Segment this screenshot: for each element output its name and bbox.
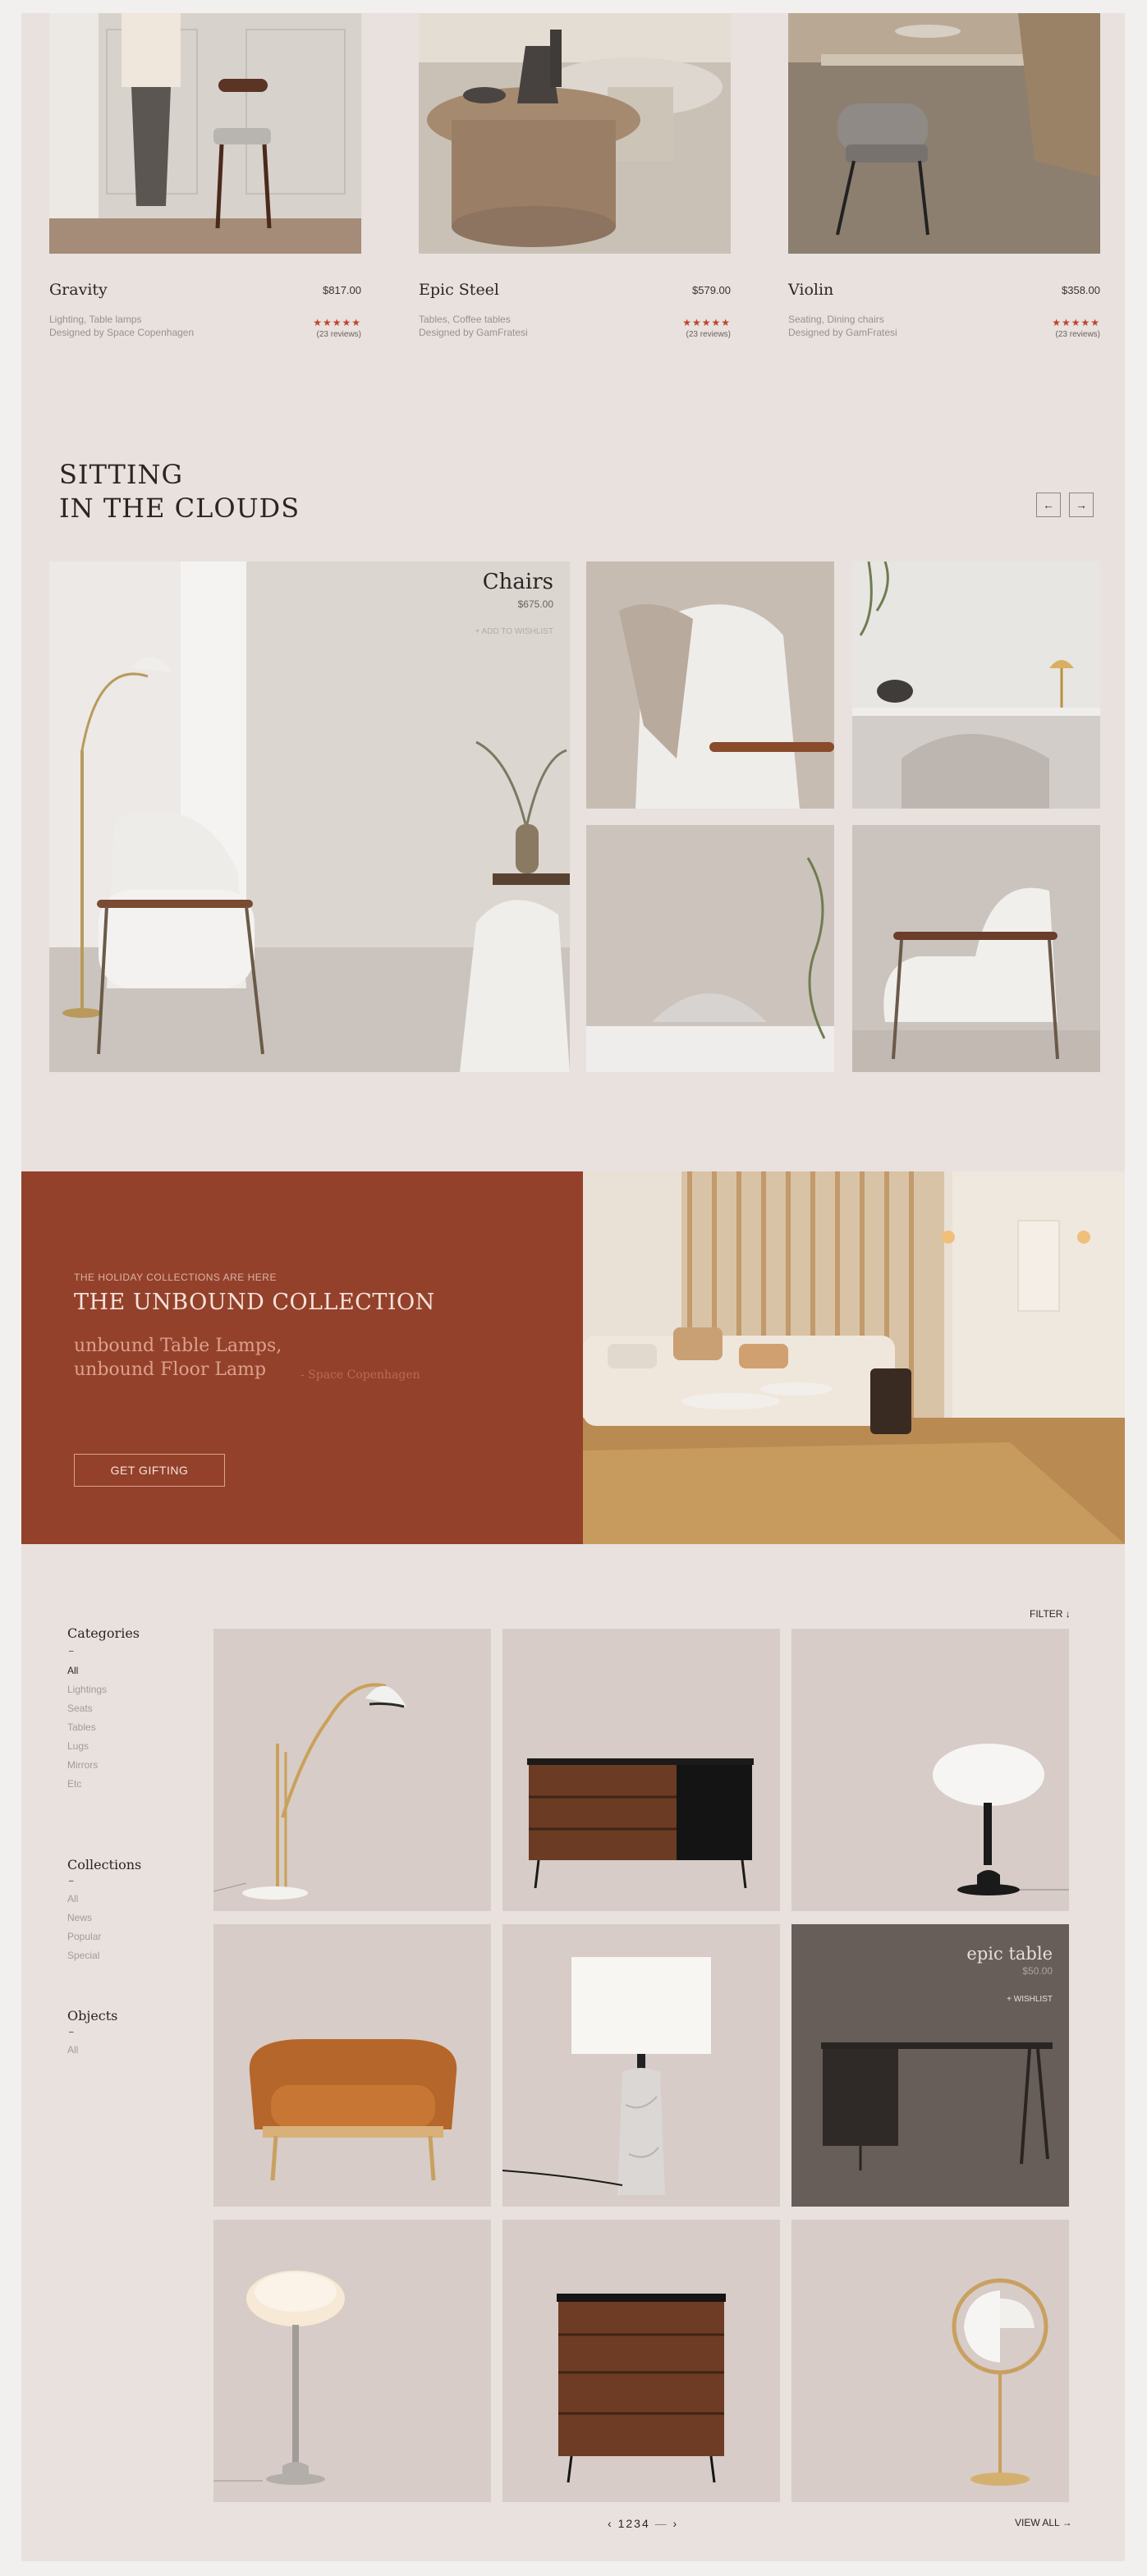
section-title-line: IN THE CLOUDS	[59, 493, 301, 524]
promo-image	[583, 1171, 1125, 1544]
feature-chairs-card[interactable]: Chairs $675.00 + ADD TO WISHLIST	[49, 561, 570, 1072]
filter-button[interactable]: FILTER ↓	[1030, 1608, 1071, 1620]
next-arrow-button[interactable]: →	[1069, 493, 1094, 517]
product-tile-epic-table[interactable]: epic table $50.00 + WISHLIST	[791, 1924, 1069, 2207]
product-image-violin[interactable]	[788, 13, 1100, 254]
product-category: Seating, Dining chairs	[788, 314, 884, 325]
heading-dash: –	[69, 1877, 74, 1886]
tile-title[interactable]: epic table	[966, 1944, 1053, 1964]
view-all-link[interactable]: VIEW ALL →	[1015, 2517, 1072, 2528]
section-title-line: SITTING	[59, 459, 184, 490]
category-item[interactable]: Lugs	[67, 1740, 89, 1752]
product-category: Tables, Coffee tables	[419, 314, 511, 325]
category-item[interactable]: Mirrors	[67, 1759, 98, 1771]
promo-kicker: THE HOLIDAY COLLECTIONS ARE HERE	[74, 1272, 277, 1283]
collection-item[interactable]: Popular	[67, 1931, 101, 1942]
promo-designer: - Space Copenhagen	[301, 1368, 420, 1382]
arrow-right-icon: →	[1076, 498, 1087, 511]
rating-stars: ★★★★★	[1052, 317, 1100, 328]
page-link[interactable]: 4	[642, 2517, 650, 2530]
promo-subtitle-line: unbound Floor Lamp	[74, 1359, 267, 1380]
gallery-image[interactable]	[852, 825, 1100, 1072]
category-item[interactable]: Lightings	[67, 1684, 107, 1695]
page-link[interactable]: 3	[634, 2517, 642, 2530]
product-price: $358.00	[1062, 284, 1100, 296]
product-tile-mushroom-lamp[interactable]	[213, 2220, 491, 2502]
product-tile-floor-lamp[interactable]	[213, 1629, 491, 1911]
product-tile-marble-lamp[interactable]	[502, 1924, 780, 2207]
gallery-image[interactable]	[586, 825, 834, 1072]
collections-heading: Collections	[67, 1857, 142, 1872]
product-tile-sideboard[interactable]	[502, 1629, 780, 1911]
product-tile-globe-lamp[interactable]	[791, 2220, 1069, 2502]
collection-item[interactable]: All	[67, 1893, 78, 1904]
promo-panel: THE HOLIDAY COLLECTIONS ARE HERE THE UNB…	[21, 1171, 583, 1544]
gallery-image[interactable]	[852, 561, 1100, 809]
prev-page-icon[interactable]: ‹	[608, 2517, 613, 2530]
review-count[interactable]: (23 reviews)	[263, 330, 361, 339]
page-link[interactable]: 1	[618, 2517, 626, 2530]
pagination: ‹ 1234 — ›	[608, 2517, 678, 2530]
categories-heading: Categories	[67, 1625, 140, 1641]
product-designer: Designed by GamFratesi	[788, 327, 897, 338]
pagination-ellipsis: —	[654, 2517, 668, 2530]
product-name[interactable]: Epic Steel	[419, 281, 499, 299]
category-item[interactable]: All	[67, 1665, 78, 1676]
product-name[interactable]: Gravity	[49, 281, 108, 299]
next-page-icon[interactable]: ›	[673, 2517, 679, 2530]
promo-subtitle: unbound Table Lamps, unbound Floor Lamp	[74, 1334, 320, 1382]
arrow-left-icon: ←	[1043, 498, 1054, 511]
feature-title[interactable]: Chairs	[483, 570, 553, 594]
add-to-wishlist-link[interactable]: + ADD TO WISHLIST	[475, 627, 554, 636]
product-category: Lighting, Table lamps	[49, 314, 142, 325]
page: Gravity $817.00 Lighting, Table lamps De…	[21, 13, 1125, 2561]
heading-dash: –	[69, 1647, 74, 1656]
collection-item[interactable]: Special	[67, 1950, 99, 1961]
promo-title: THE UNBOUND COLLECTION	[74, 1290, 435, 1315]
product-tile-table-lamp[interactable]	[791, 1629, 1069, 1911]
product-image-gravity[interactable]	[49, 13, 361, 254]
review-count[interactable]: (23 reviews)	[1002, 330, 1100, 339]
objects-heading: Objects	[67, 2008, 118, 2024]
review-count[interactable]: (23 reviews)	[632, 330, 731, 339]
category-item[interactable]: Etc	[67, 1778, 81, 1790]
product-tile-dresser[interactable]	[502, 2220, 780, 2502]
object-item[interactable]: All	[67, 2044, 78, 2056]
product-name[interactable]: Violin	[788, 281, 833, 299]
heading-dash: –	[69, 2028, 74, 2037]
section-title: SITTING IN THE CLOUDS	[59, 458, 300, 525]
product-designer: Designed by Space Copenhagen	[49, 327, 195, 338]
gallery-image[interactable]	[586, 561, 834, 809]
promo-subtitle-line: unbound Table Lamps,	[74, 1336, 282, 1356]
wishlist-link[interactable]: + WISHLIST	[1007, 1995, 1053, 2004]
category-item[interactable]: Seats	[67, 1703, 93, 1714]
product-price: $817.00	[323, 284, 361, 296]
collection-item[interactable]: News	[67, 1912, 92, 1923]
feature-price: $675.00	[517, 598, 553, 610]
tile-price: $50.00	[1022, 1965, 1053, 1977]
product-price: $579.00	[692, 284, 731, 296]
get-gifting-button[interactable]: GET GIFTING	[74, 1454, 225, 1487]
prev-arrow-button[interactable]: ←	[1036, 493, 1061, 517]
rating-stars: ★★★★★	[682, 317, 731, 328]
category-item[interactable]: Tables	[67, 1721, 96, 1733]
product-designer: Designed by GamFratesi	[419, 327, 528, 338]
product-tile-lounge-chair[interactable]	[213, 1924, 491, 2207]
product-image-epic-steel[interactable]	[419, 13, 731, 254]
rating-stars: ★★★★★	[313, 317, 361, 328]
page-link[interactable]: 2	[626, 2517, 634, 2530]
